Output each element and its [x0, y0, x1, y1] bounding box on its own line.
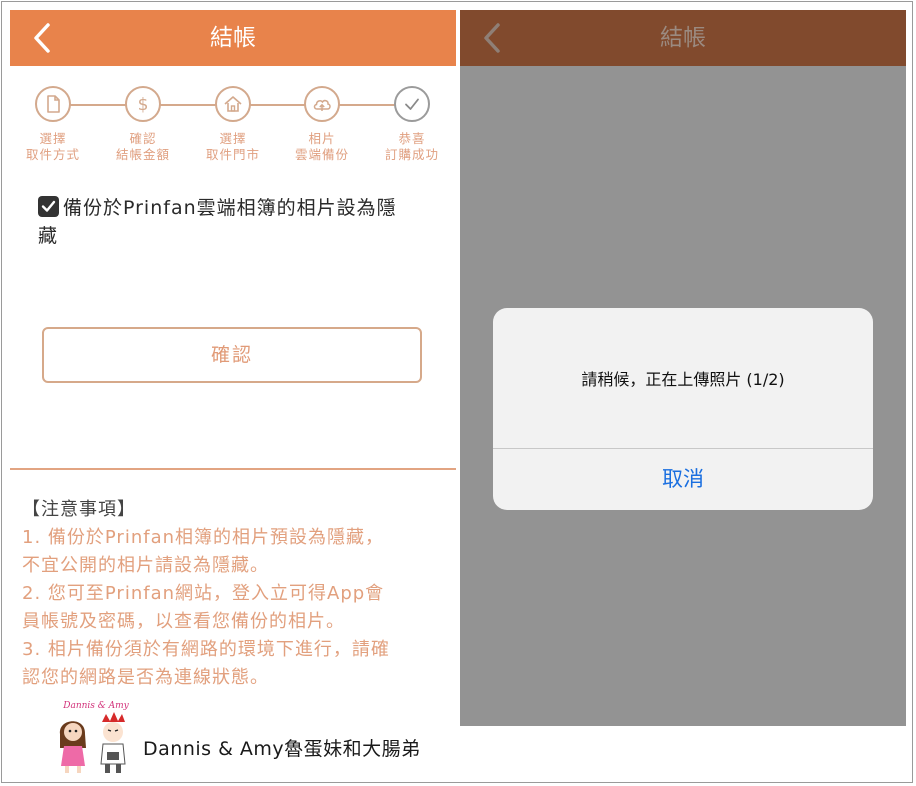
- step-label-line1: 相片: [308, 131, 336, 146]
- step-label-line1: 確認: [129, 131, 157, 146]
- step-cloud-backup: 相片 雲端備份: [282, 76, 362, 163]
- watermark-logo: Dannis & Amy: [59, 701, 130, 773]
- cloud-upload-icon: [313, 99, 331, 111]
- step-label-line1: 選擇: [39, 131, 67, 146]
- checkbox-checked[interactable]: [38, 196, 59, 217]
- checkout-progress-steps: 選擇 取件方式 $ 確認 結帳金額 選擇 取件門市 相片 雲端備份 恭喜 訂購成…: [10, 76, 456, 166]
- step-label-line2: 結帳金額: [115, 147, 170, 162]
- notes-line: 3. 相片備份須於有網路的環境下進行，請確: [22, 639, 390, 660]
- hide-photos-option[interactable]: 備份於Prinfan雲端相簿的相片設為隱 藏: [38, 194, 438, 250]
- confirm-button[interactable]: 確認: [42, 327, 422, 383]
- nav-title: 結帳: [660, 25, 706, 51]
- notes-line: 不宜公開的相片請設為隱藏。: [22, 555, 269, 576]
- upload-progress-alert: 請稍候，正在上傳照片 (1/2) 取消: [493, 308, 873, 510]
- notes-line: 2. 您可至Prinfan網站，登入立可得App會: [22, 583, 385, 604]
- step-label-line2: 取件方式: [25, 147, 80, 162]
- step-label-line2: 取件門市: [205, 147, 260, 162]
- checkout-screen-left: 結帳 選擇 取件方式 $ 確認 結帳金額 選擇 取件門市 相片 雲端備份 恭喜 …: [10, 10, 456, 722]
- svg-text:$: $: [138, 95, 149, 114]
- nav-title: 結帳: [210, 25, 256, 51]
- nav-bar: 結帳: [10, 10, 456, 66]
- checkbox-label: 備份於Prinfan雲端相簿的相片設為隱 藏: [38, 194, 438, 250]
- notes-line: 1. 備份於Prinfan相簿的相片預設為隱藏，: [22, 527, 385, 548]
- section-divider: [10, 468, 456, 470]
- notes-heading: 【注意事項】: [22, 499, 136, 520]
- notes-section: 【注意事項】 1. 備份於Prinfan相簿的相片預設為隱藏， 不宜公開的相片請…: [22, 496, 452, 692]
- watermark-text: Dannis & Amy魯蛋妹和大腸弟: [143, 738, 421, 760]
- step-confirm-amount: $ 確認 結帳金額: [103, 76, 183, 163]
- step-choose-store: 選擇 取件門市: [193, 76, 273, 163]
- step-label-line2: 訂購成功: [384, 147, 439, 162]
- dollar-icon: $: [138, 95, 149, 114]
- checkout-screen-uploading: 結帳 請稍候，正在上傳照片 (1/2) 取消: [460, 10, 906, 726]
- step-label-line1: 恭喜: [398, 131, 426, 146]
- step-label-line2: 雲端備份: [294, 147, 349, 162]
- nav-bar-dimmed: 結帳: [460, 10, 906, 66]
- checkbox-label-line1: 備份於Prinfan雲端相簿的相片設為隱: [63, 197, 397, 219]
- alert-message: 請稍候，正在上傳照片 (1/2): [581, 370, 785, 389]
- store-icon: [224, 96, 242, 112]
- checkmark-icon: [41, 200, 56, 212]
- cancel-button[interactable]: 取消: [493, 448, 873, 510]
- notes-line: 認您的網路是否為連線狀態。: [22, 667, 269, 688]
- checkbox-label-line2: 藏: [38, 225, 59, 247]
- check-icon: [405, 98, 419, 110]
- document-icon: [47, 95, 60, 113]
- svg-text:Dannis & Amy: Dannis & Amy: [62, 701, 129, 711]
- step-order-success: 恭喜 訂購成功: [372, 76, 452, 163]
- notes-line: 員帳號及密碼，以查看您備份的相片。: [22, 611, 345, 632]
- step-choose-pickup: 選擇 取件方式: [13, 76, 93, 163]
- step-label-line1: 選擇: [219, 131, 247, 146]
